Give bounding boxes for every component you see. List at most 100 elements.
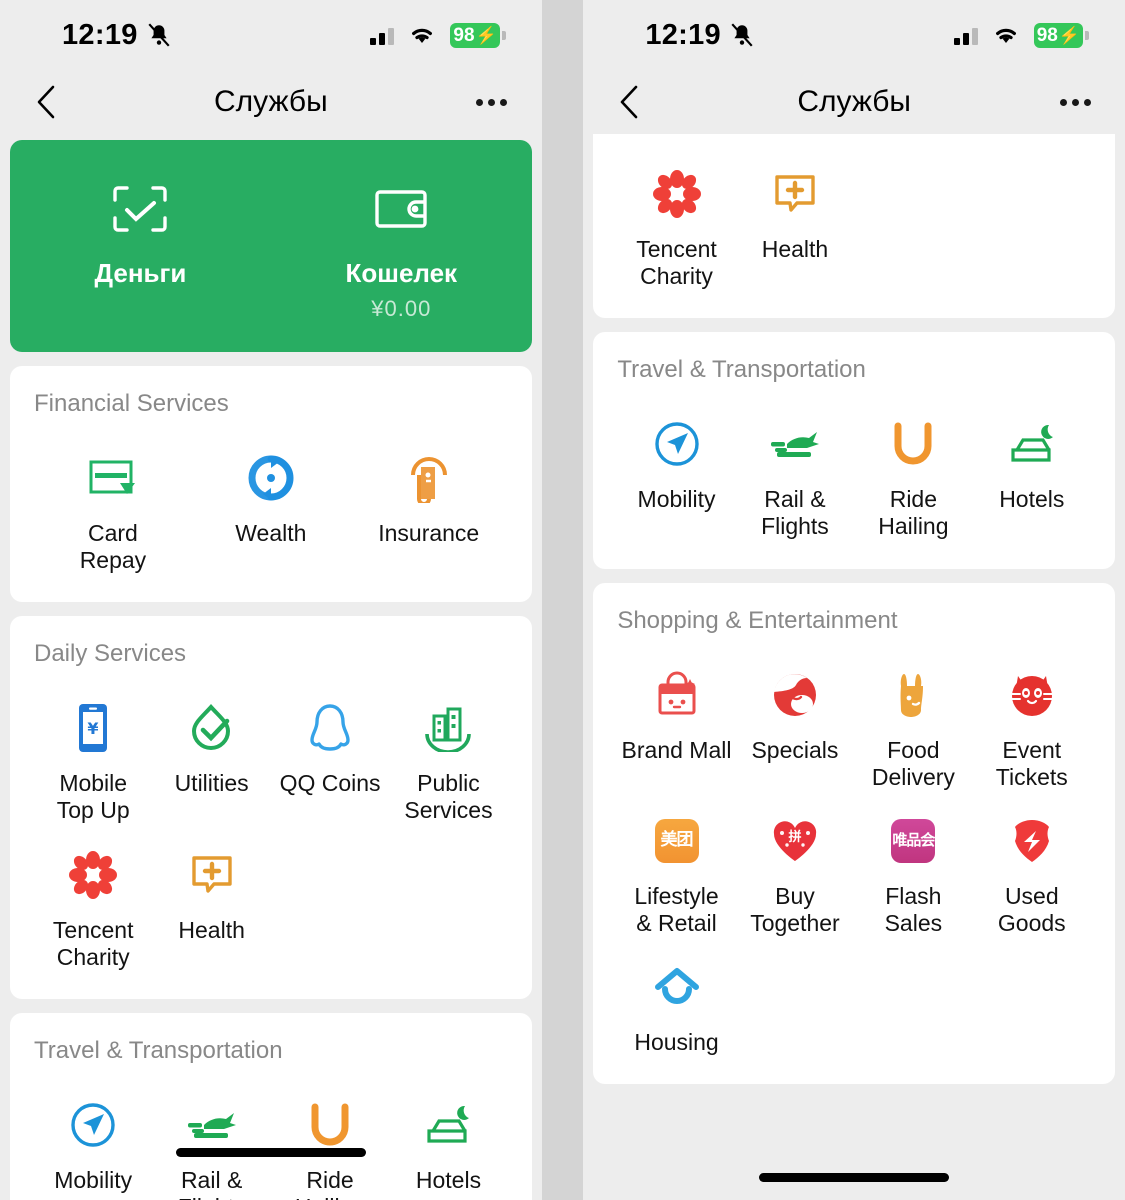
service-tile-mobility[interactable]: Mobility <box>617 394 735 540</box>
status-time: 12:19 <box>645 18 721 51</box>
phone-yen-icon: ¥ <box>65 700 121 756</box>
service-tile-buy-together[interactable]: 拼 Buy Together <box>736 791 854 937</box>
health-chat-plus-icon <box>184 847 240 903</box>
nav-bar: Службы <box>583 70 1125 134</box>
jd-dog-icon <box>767 667 823 723</box>
service-tile-mobility[interactable]: Mobility <box>34 1075 152 1200</box>
status-bar-left: 12:19 <box>62 19 172 52</box>
tile-spacer <box>854 937 972 1056</box>
shopping-entertainment-grid: Brand Mall Specials Food Delivery Event … <box>617 645 1091 1057</box>
rail-flight-icon <box>767 416 823 472</box>
public-building-icon <box>420 700 476 756</box>
bell-muted-icon <box>731 23 753 47</box>
vip-square-icon: 唯品会 <box>885 813 941 869</box>
service-tile-brand-mall[interactable]: Brand Mall <box>617 645 735 791</box>
scan-check-icon <box>111 178 169 240</box>
service-label: Rail & Flights <box>761 486 829 540</box>
financial-services-card: Financial Services Card Repay Wealth Ins… <box>10 366 532 603</box>
tile-spacer <box>854 144 972 290</box>
service-label: Buy Together <box>750 882 840 936</box>
wallet-amount: ¥0.00 <box>371 296 432 321</box>
service-label: Hotels <box>999 486 1065 513</box>
bell-muted-icon <box>148 23 170 47</box>
battery-body: 98 ⚡ <box>450 22 500 48</box>
service-label: Ride Hailing <box>878 486 949 540</box>
travel-transportation-title: Travel & Transportation <box>617 356 866 384</box>
service-tile-event-tickets[interactable]: Event Tickets <box>973 645 1091 791</box>
service-tile-tencent-charity[interactable]: Tencent Charity <box>617 144 735 290</box>
daily-services-grid-partial: Tencent Charity Health <box>617 144 1091 290</box>
wifi-icon <box>412 28 433 44</box>
didi-ride-icon <box>302 1097 358 1153</box>
hotel-bed-icon <box>1004 416 1060 472</box>
service-tile-rail-flights[interactable]: Rail & Flights <box>736 394 854 540</box>
service-tile-hotels[interactable]: Hotels <box>973 394 1091 540</box>
service-tile-qq-coins[interactable]: QQ Coins <box>271 678 389 824</box>
service-label: Mobile Top Up <box>56 770 130 824</box>
wifi-icon <box>995 28 1016 44</box>
zhuanzhuan-shield-icon <box>1004 813 1060 869</box>
service-tile-flash-sales[interactable]: 唯品会 Flash Sales <box>854 791 972 937</box>
rail-flight-icon <box>184 1097 240 1153</box>
service-tile-food-delivery[interactable]: Food Delivery <box>854 645 972 791</box>
services-scroll-area[interactable]: Деньги Кошелек ¥0.00 Financial Services … <box>0 134 542 1200</box>
credit-card-icon <box>85 450 141 506</box>
travel-transportation-title: Travel & Transportation <box>34 1036 283 1064</box>
service-tile-used-goods[interactable]: Used Goods <box>973 791 1091 937</box>
battery-tip <box>1085 30 1090 40</box>
right-phone-screen: 12:19 98 ⚡ Службы Tencent Charity Health… <box>583 0 1125 1200</box>
page-title: Службы <box>797 85 911 118</box>
service-tile-insurance[interactable]: Insurance <box>350 428 508 574</box>
qq-penguin-icon <box>302 700 358 756</box>
service-label: Used Goods <box>997 882 1066 936</box>
service-label: Utilities <box>174 770 249 797</box>
service-label: Health <box>761 236 829 262</box>
charity-flower-icon <box>65 847 121 903</box>
service-tile-mobile-top-up[interactable]: ¥ Mobile Top Up <box>34 678 152 824</box>
service-label: QQ Coins <box>279 770 381 797</box>
service-tile-lifestyle-retail[interactable]: 美团 Lifestyle & Retail <box>617 791 735 937</box>
service-label: Ride Hailing <box>295 1166 365 1200</box>
service-label: Insurance <box>378 520 480 546</box>
service-label: Housing <box>634 1029 719 1055</box>
service-label: Specials <box>751 736 839 763</box>
status-time: 12:19 <box>62 18 138 51</box>
wallet-button[interactable]: Кошелек ¥0.00 <box>271 178 532 322</box>
service-tile-tencent-charity[interactable]: Tencent Charity <box>34 825 152 971</box>
charity-flower-icon <box>649 166 705 222</box>
service-label: Tencent Charity <box>52 916 134 970</box>
service-tile-hotels[interactable]: Hotels <box>389 1075 507 1200</box>
wealth-refresh-icon <box>243 450 299 506</box>
svg-text:¥: ¥ <box>88 719 99 738</box>
left-phone-screen: 12:19 98 ⚡ Службы Деньги Кошелек ¥0.00 F… <box>0 0 542 1200</box>
service-label: Health <box>178 916 245 943</box>
daily-services-grid: ¥ Mobile Top Up Utilities QQ Coins Publi… <box>34 678 508 971</box>
service-tile-health[interactable]: Health <box>152 825 270 971</box>
home-indicator-bar <box>759 1173 950 1182</box>
wallet-icon <box>374 178 428 240</box>
status-bar-left: 12:19 <box>645 19 755 52</box>
service-label: Mobility <box>637 486 716 513</box>
service-tile-housing[interactable]: Housing <box>617 937 735 1056</box>
tile-spacer <box>973 937 1091 1056</box>
service-tile-utilities[interactable]: Utilities <box>152 678 270 824</box>
didi-ride-icon <box>885 416 941 472</box>
service-tile-wealth[interactable]: Wealth <box>192 428 350 574</box>
eleme-rabbit-icon <box>885 667 941 723</box>
shopping-entertainment-card: Shopping & Entertainment Brand Mall Spec… <box>593 582 1116 1085</box>
service-label: Brand Mall <box>621 736 732 763</box>
shopping-entertainment-title: Shopping & Entertainment <box>617 606 898 634</box>
services-scroll-area[interactable]: Tencent Charity Health Travel & Transpor… <box>583 134 1125 1085</box>
nav-bar: Службы <box>0 70 542 134</box>
service-tile-card-repay[interactable]: Card Repay <box>34 428 192 574</box>
service-label: Public Services <box>404 770 493 824</box>
money-button[interactable]: Деньги <box>10 178 271 289</box>
service-tile-ride-hailing[interactable]: Ride Hailing <box>854 394 972 540</box>
service-tile-ride-hailing[interactable]: Ride Hailing <box>271 1075 389 1200</box>
service-tile-public-services[interactable]: Public Services <box>389 678 507 824</box>
battery-indicator: 98 ⚡ <box>1033 22 1090 48</box>
service-tile-rail-flights[interactable]: Rail & Flights <box>152 1075 270 1200</box>
tile-spacer <box>973 144 1091 290</box>
service-tile-specials[interactable]: Specials <box>736 645 854 791</box>
service-tile-health[interactable]: Health <box>736 144 854 290</box>
